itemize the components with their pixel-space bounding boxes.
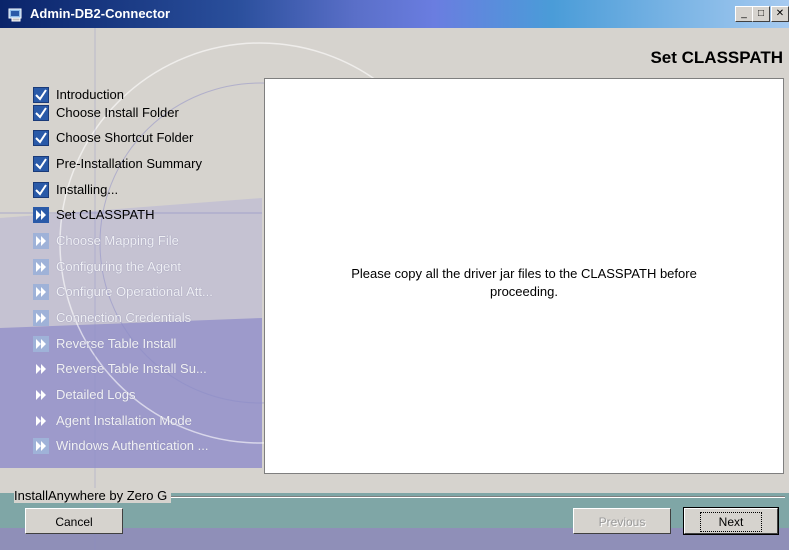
step-item-detailed-logs: Detailed Logs [33, 382, 263, 408]
step-label: Connection Credentials [56, 310, 192, 326]
message-line-1: Please copy all the driver jar files to … [351, 266, 697, 281]
maximize-icon: □ [757, 8, 765, 19]
minimize-button[interactable]: _ [735, 6, 753, 22]
step-label: Detailed Logs [56, 387, 136, 403]
double-arrow-icon [33, 387, 49, 403]
step-item-agent-installation-mode: Agent Installation Mode [33, 408, 263, 434]
step-label: Installing... [56, 181, 119, 197]
cancel-button[interactable]: Cancel [25, 508, 123, 534]
previous-button[interactable]: Previous [573, 508, 671, 534]
double-arrow-icon [33, 413, 49, 429]
checkmark-icon [33, 104, 49, 121]
close-icon: ✕ [775, 8, 785, 19]
page-title: Set CLASSPATH [650, 48, 783, 67]
checkmark-icon [33, 155, 49, 172]
double-arrow-icon [33, 207, 49, 224]
maximize-button[interactable]: □ [752, 6, 770, 22]
step-label: Reverse Table Install [56, 335, 177, 351]
step-label: Set CLASSPATH [56, 207, 155, 223]
double-arrow-icon [33, 361, 49, 377]
step-item-reverse-table-install: Reverse Table Install [33, 331, 263, 357]
step-item-configuring-the-agent: Configuring the Agent [33, 254, 263, 280]
double-arrow-icon [33, 335, 49, 352]
step-label: Configure Operational Att... [56, 284, 213, 300]
installer-brand-label: InstallAnywhere by Zero G [14, 488, 172, 503]
next-button[interactable]: Next [683, 507, 779, 535]
step-item-windows-authentication: Windows Authentication ... [33, 434, 263, 460]
step-list: Introduction Choose Install Folder Choos… [33, 82, 263, 459]
step-label: Choose Mapping File [56, 232, 179, 248]
double-arrow-icon [33, 232, 49, 249]
step-label: Windows Authentication ... [56, 438, 209, 454]
step-item-installing: Installing... [33, 177, 263, 203]
installer-window: Admin-DB2-Connector _ □ ✕ Set CLASSPATH … [0, 0, 789, 550]
instruction-message: Please copy all the driver jar files to … [265, 265, 783, 301]
step-item-set-classpath: Set CLASSPATH [33, 202, 263, 228]
step-item-connection-credentials: Connection Credentials [33, 305, 263, 331]
step-label: Configuring the Agent [56, 258, 182, 274]
step-item-configure-operational-att: Configure Operational Att... [33, 280, 263, 306]
step-item-choose-install-folder: Choose Install Folder [33, 100, 263, 126]
footer-divider [130, 496, 785, 498]
checkmark-icon [33, 130, 49, 147]
step-label: Choose Install Folder [56, 104, 179, 120]
window-title: Admin-DB2-Connector [30, 6, 171, 21]
next-button-label: Next [699, 512, 763, 532]
step-label: Agent Installation Mode [56, 412, 192, 428]
close-button[interactable]: ✕ [771, 6, 789, 22]
content-panel: Please copy all the driver jar files to … [264, 78, 784, 474]
double-arrow-icon [33, 438, 49, 455]
step-item-choose-shortcut-folder: Choose Shortcut Folder [33, 125, 263, 151]
step-label: Pre-Installation Summary [56, 155, 202, 171]
checkmark-icon [33, 181, 49, 198]
step-item-pre-installation-summary: Pre-Installation Summary [33, 151, 263, 177]
double-arrow-icon [33, 258, 49, 275]
message-line-2: proceeding. [490, 284, 558, 299]
installer-app-icon [8, 8, 22, 22]
title-bar[interactable]: Admin-DB2-Connector _ □ ✕ [0, 0, 789, 28]
step-item-reverse-table-install-summary: Reverse Table Install Su... [33, 357, 263, 383]
minimize-icon: _ [741, 8, 747, 19]
double-arrow-icon [33, 284, 49, 301]
step-label: Choose Shortcut Folder [56, 130, 194, 146]
step-label: Reverse Table Install Su... [56, 361, 207, 377]
step-item-choose-mapping-file: Choose Mapping File [33, 228, 263, 254]
double-arrow-icon [33, 310, 49, 327]
